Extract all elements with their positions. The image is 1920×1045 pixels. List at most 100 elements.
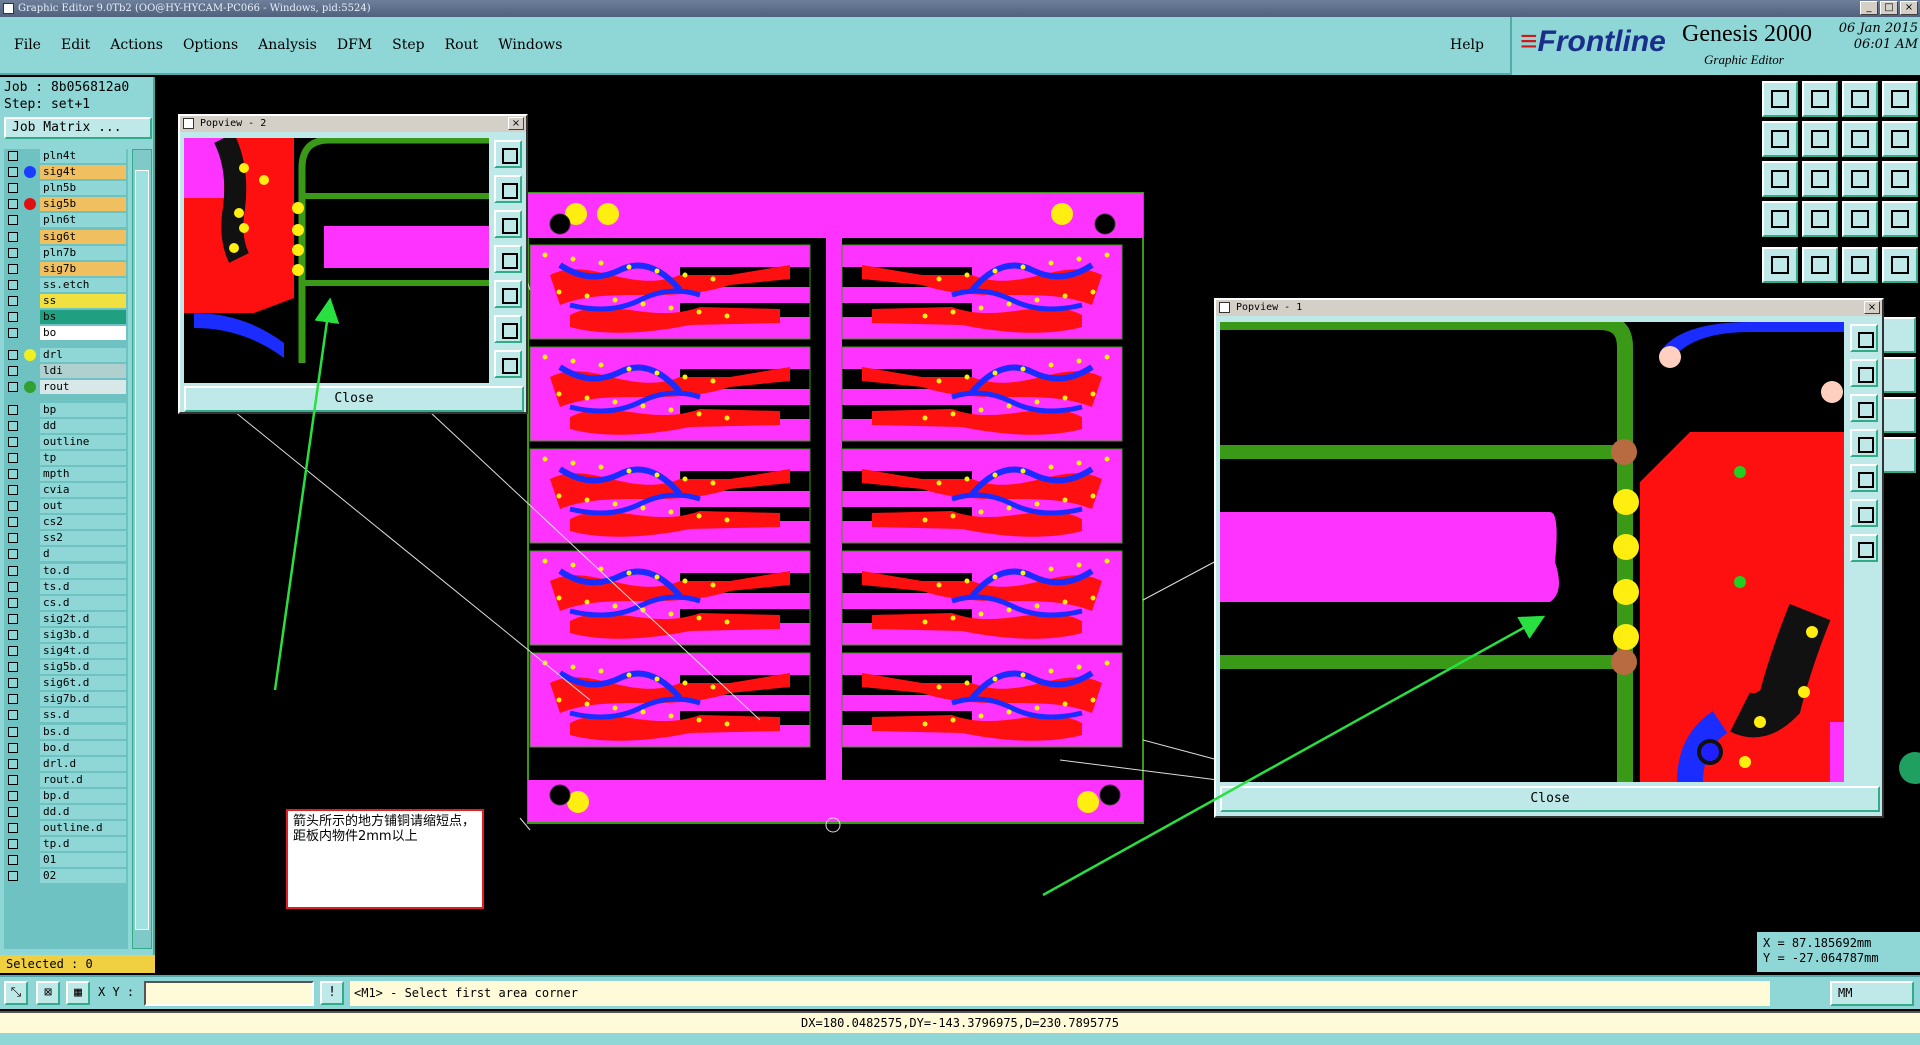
layer-color-indicator[interactable] — [24, 628, 36, 641]
layer-name[interactable]: drl — [40, 348, 126, 363]
layer-row-cvia[interactable]: cvia — [4, 483, 128, 497]
layer-color-indicator[interactable] — [24, 294, 36, 307]
layer-color-indicator[interactable] — [24, 381, 36, 394]
layer-checkbox[interactable] — [8, 295, 18, 306]
layer-name[interactable]: bo — [40, 326, 126, 341]
layer-name[interactable]: cs.d — [40, 595, 126, 610]
layer-color-indicator[interactable] — [24, 645, 36, 657]
layer-row-bs.d[interactable]: bs.d — [4, 724, 128, 739]
scrollbar-thumb[interactable] — [135, 170, 149, 930]
layer-checkbox[interactable] — [8, 581, 18, 592]
layer-color-indicator[interactable] — [24, 403, 36, 416]
layer-row-drl[interactable]: drl — [4, 348, 128, 363]
layer-color-indicator[interactable] — [24, 230, 36, 243]
layer-name[interactable]: sig6t — [40, 229, 126, 244]
layer-checkbox[interactable] — [8, 597, 18, 608]
component-icon[interactable] — [1882, 357, 1916, 393]
layer-row-ss.etch[interactable]: ss.etch — [4, 277, 128, 292]
layer-row-bs[interactable]: bs — [4, 310, 128, 324]
layer-color-indicator[interactable] — [24, 725, 36, 738]
route-icon[interactable] — [1882, 317, 1916, 353]
layer-checkbox[interactable] — [8, 420, 18, 431]
layer-row-ss.d[interactable]: ss.d — [4, 708, 128, 723]
layer-color-indicator[interactable] — [24, 214, 36, 227]
layer-checkbox[interactable] — [8, 549, 18, 560]
layer-checkbox[interactable] — [8, 151, 18, 161]
layer-color-indicator[interactable] — [24, 532, 36, 545]
layer-name[interactable]: to.d — [40, 563, 126, 578]
close-window-button[interactable]: × — [1900, 1, 1918, 15]
popview-1-tool-3-button[interactable] — [1850, 394, 1878, 422]
menu-actions[interactable]: Actions — [100, 37, 173, 53]
layer-color-indicator[interactable] — [24, 246, 36, 259]
layer-row-outline[interactable]: outline — [4, 434, 128, 449]
layer-checkbox[interactable] — [8, 436, 18, 447]
layer-name[interactable]: 02 — [40, 869, 126, 884]
popview-2-close-button[interactable]: Close — [184, 386, 524, 412]
layer-color-indicator[interactable] — [24, 327, 36, 340]
layer-checkbox[interactable] — [8, 468, 18, 479]
layer-name[interactable]: dd.d — [40, 805, 126, 819]
layer-color-indicator[interactable] — [24, 484, 36, 496]
layer-row-dd[interactable]: dd — [4, 418, 128, 433]
layer-name[interactable]: ss.etch — [40, 277, 126, 292]
layout-icon[interactable] — [1882, 81, 1918, 117]
layer-checkbox[interactable] — [8, 662, 18, 673]
popview-2-tool-1-button[interactable] — [494, 140, 522, 168]
center-icon[interactable] — [1802, 161, 1838, 197]
layer-name[interactable]: sig5b — [40, 197, 126, 212]
layer-name[interactable]: sig4t.d — [40, 644, 126, 658]
home-icon[interactable] — [1842, 81, 1878, 117]
layer-color-indicator[interactable] — [24, 166, 36, 179]
layer-color-indicator[interactable] — [24, 789, 36, 802]
layer-name[interactable]: ss — [40, 293, 126, 308]
record-icon[interactable] — [1762, 247, 1798, 283]
layer-color-indicator[interactable] — [24, 870, 36, 883]
layer-checkbox[interactable] — [8, 710, 18, 721]
layer-color-indicator[interactable] — [24, 773, 36, 786]
zoom-icon[interactable] — [1842, 121, 1878, 157]
layer-color-indicator[interactable] — [24, 435, 36, 448]
layer-name[interactable]: ldi — [40, 364, 126, 379]
layer-name[interactable]: sig6t.d — [40, 676, 126, 691]
menu-file[interactable]: File — [4, 37, 51, 53]
save-icon[interactable] — [1802, 81, 1838, 117]
units-selector[interactable]: MM — [1830, 981, 1914, 1006]
layer-color-indicator[interactable] — [24, 150, 36, 162]
popview-1-tool-4-button[interactable] — [1850, 429, 1878, 457]
layer-row-sig7b[interactable]: sig7b — [4, 261, 128, 276]
layer-checkbox[interactable] — [8, 382, 18, 393]
step-left-icon[interactable] — [1762, 121, 1798, 157]
popview-2-tool-5-button[interactable] — [494, 280, 522, 308]
line-icon[interactable] — [1842, 247, 1878, 283]
popview-2-tool-3-button[interactable] — [494, 210, 522, 238]
menu-dfm[interactable]: DFM — [327, 37, 382, 53]
layer-name[interactable]: ss.d — [40, 708, 126, 723]
layer-name[interactable]: rout — [40, 380, 126, 395]
menu-windows[interactable]: Windows — [488, 37, 572, 53]
snap-icon[interactable] — [1762, 201, 1798, 237]
popview-2-tool-4-button[interactable] — [494, 245, 522, 273]
layer-color-indicator[interactable] — [24, 580, 36, 593]
layer-name[interactable]: d — [40, 547, 126, 562]
layer-row-tp[interactable]: tp — [4, 450, 128, 465]
layer-checkbox[interactable] — [8, 366, 18, 377]
layer-row-pln6t[interactable]: pln6t — [4, 213, 128, 228]
layer-checkbox[interactable] — [8, 404, 18, 415]
layer-checkbox[interactable] — [8, 501, 18, 512]
layer-row-01[interactable]: 01 — [4, 853, 128, 868]
layer-checkbox[interactable] — [8, 839, 18, 850]
layer-row-sig4t[interactable]: sig4t — [4, 165, 128, 180]
layer-color-indicator[interactable] — [24, 516, 36, 529]
maximize-button[interactable]: □ — [1880, 1, 1898, 15]
layer-checkbox[interactable] — [8, 871, 18, 882]
layer-row-bo.d[interactable]: bo.d — [4, 740, 128, 755]
layer-row-bp.d[interactable]: bp.d — [4, 788, 128, 803]
layer-checkbox[interactable] — [8, 774, 18, 785]
list-icon[interactable] — [1882, 121, 1918, 157]
draw-icon[interactable] — [1802, 247, 1838, 283]
layer-color-indicator[interactable] — [24, 419, 36, 432]
open-icon[interactable] — [1762, 81, 1798, 117]
layer-checkbox[interactable] — [8, 726, 18, 737]
layer-checkbox[interactable] — [8, 742, 18, 753]
